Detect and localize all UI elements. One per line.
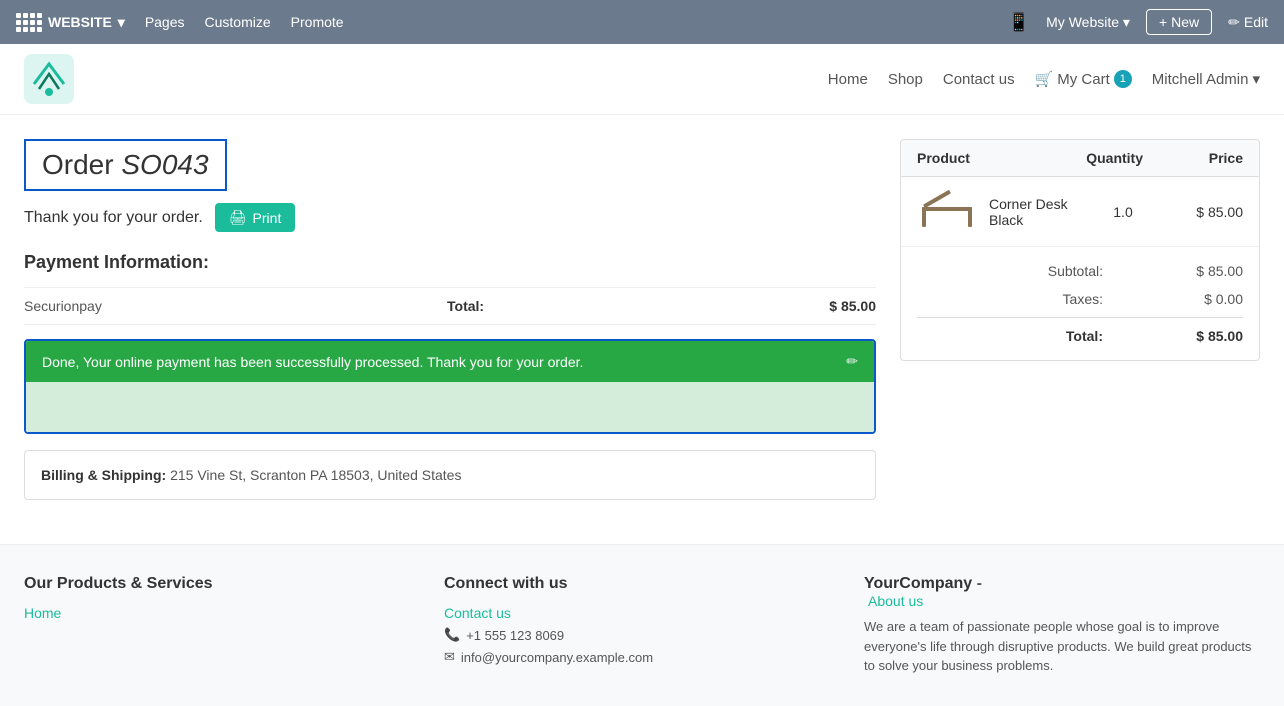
user-dropdown[interactable]: Mitchell Admin ▾ (1152, 70, 1260, 88)
phone-number: +1 555 123 8069 (466, 628, 564, 643)
total-row: Total: $ 85.00 (917, 317, 1243, 350)
subtotal-row: Subtotal: $ 85.00 (917, 257, 1243, 285)
subtotals: Subtotal: $ 85.00 Taxes: $ 0.00 Total: $… (901, 247, 1259, 360)
col-quantity-header: Quantity (1086, 150, 1163, 166)
email-address: info@yourcompany.example.com (461, 650, 653, 665)
col-price-header: Price (1163, 150, 1243, 166)
brand-label: WEBSITE (48, 14, 112, 30)
payment-row: Securionpay Total: $ 85.00 (24, 287, 876, 325)
thank-you-text: Thank you for your order. (24, 209, 203, 227)
main-content: Order SO043 Thank you for your order. 🖨 … (0, 115, 1284, 524)
taxes-label: Taxes: (1023, 291, 1103, 307)
site-nav: Home Shop Contact us 🛒 My Cart 1 Mitchel… (0, 44, 1284, 115)
product-price: $ 85.00 (1163, 204, 1243, 220)
taxes-value: $ 0.00 (1163, 291, 1243, 307)
payment-info-label: Payment Information: (24, 252, 876, 273)
about-us-link[interactable]: About us (868, 593, 1260, 609)
cart-badge: 1 (1114, 70, 1132, 88)
nav-shop[interactable]: Shop (888, 71, 923, 88)
admin-bar: WEBSITE ▾ Pages Customize Promote 📱 My W… (0, 0, 1284, 44)
success-box: Done, Your online payment has been succe… (24, 339, 876, 434)
right-panel: Product Quantity Price Corn (900, 139, 1260, 500)
email-line: ✉ info@yourcompany.example.com (444, 649, 840, 665)
success-extra (26, 382, 874, 432)
email-icon: ✉ (444, 649, 455, 665)
payment-method: Securionpay (24, 298, 102, 314)
billing-box: Billing & Shipping: 215 Vine St, Scranto… (24, 450, 876, 500)
chevron-down-icon: ▾ (118, 14, 125, 31)
printer-icon: 🖨 (229, 209, 247, 226)
footer-connect-title: Connect with us (444, 575, 840, 593)
col-product-header: Product (917, 150, 1086, 166)
table-header: Product Quantity Price (901, 140, 1259, 177)
nav-contact-us[interactable]: Contact us (943, 71, 1015, 88)
nav-customize[interactable]: Customize (205, 14, 271, 30)
site-nav-links: Home Shop Contact us 🛒 My Cart 1 Mitchel… (828, 70, 1260, 88)
taxes-row: Taxes: $ 0.00 (917, 285, 1243, 313)
grid-icon (16, 13, 42, 32)
admin-bar-right: 📱 My Website ▾ + New ✏ Edit (1008, 9, 1268, 35)
website-brand[interactable]: WEBSITE ▾ (16, 13, 125, 32)
my-website-link[interactable]: My Website ▾ (1046, 14, 1130, 31)
footer-company-name: YourCompany - About us (864, 575, 1260, 609)
product-name: Corner Desk Black (989, 196, 1103, 228)
footer-products: Our Products & Services Home (24, 575, 420, 676)
product-image (917, 189, 977, 234)
thank-you-section: Thank you for your order. 🖨 Print (24, 203, 876, 232)
success-text: Done, Your online payment has been succe… (42, 354, 583, 370)
product-quantity: 1.0 (1103, 204, 1163, 220)
print-button[interactable]: 🖨 Print (215, 203, 296, 232)
edit-icon[interactable]: ✏ (846, 353, 858, 370)
table-row: Corner Desk Black 1.0 $ 85.00 (901, 177, 1259, 247)
billing-label: Billing & Shipping: (41, 467, 166, 483)
footer-contact-link[interactable]: Contact us (444, 605, 840, 621)
nav-home[interactable]: Home (828, 71, 868, 88)
footer-products-title: Our Products & Services (24, 575, 420, 593)
order-title-box: Order SO043 (24, 139, 227, 191)
nav-pages[interactable]: Pages (145, 14, 185, 30)
total-amount: $ 85.00 (829, 298, 876, 314)
footer: Our Products & Services Home Connect wit… (0, 544, 1284, 706)
new-button[interactable]: + New (1146, 9, 1212, 35)
cart-icon: 🛒 (1035, 70, 1054, 88)
subtotal-label: Subtotal: (1023, 263, 1103, 279)
billing-address: 215 Vine St, Scranton PA 18503, United S… (170, 467, 461, 483)
grand-total-label: Total: (1023, 328, 1103, 344)
nav-promote[interactable]: Promote (291, 14, 344, 30)
footer-connect: Connect with us Contact us 📞 +1 555 123 … (444, 575, 840, 676)
company-description: We are a team of passionate people whose… (864, 617, 1260, 676)
footer-company: YourCompany - About us We are a team of … (864, 575, 1260, 676)
plus-icon: + (1159, 14, 1167, 30)
mobile-icon[interactable]: 📱 (1008, 12, 1030, 33)
grand-total-value: $ 85.00 (1163, 328, 1243, 344)
phone-line: 📞 +1 555 123 8069 (444, 627, 840, 643)
product-cell: Corner Desk Black (917, 189, 1103, 234)
left-panel: Order SO043 Thank you for your order. 🖨 … (24, 139, 876, 500)
edit-button[interactable]: ✏ Edit (1228, 14, 1268, 31)
payment-section: Payment Information: Securionpay Total: … (24, 252, 876, 434)
footer-home-link[interactable]: Home (24, 605, 420, 621)
total-label: Total: (447, 298, 484, 314)
chevron-down-icon: ▾ (1252, 70, 1260, 88)
admin-nav: Pages Customize Promote (145, 14, 344, 30)
pencil-icon: ✏ (1228, 14, 1240, 31)
order-table: Product Quantity Price Corn (900, 139, 1260, 361)
subtotal-value: $ 85.00 (1163, 263, 1243, 279)
phone-icon: 📞 (444, 627, 460, 643)
order-title: Order SO043 (42, 149, 209, 181)
success-message: Done, Your online payment has been succe… (26, 341, 874, 382)
site-logo[interactable] (24, 54, 74, 104)
nav-cart[interactable]: 🛒 My Cart 1 (1035, 70, 1132, 88)
